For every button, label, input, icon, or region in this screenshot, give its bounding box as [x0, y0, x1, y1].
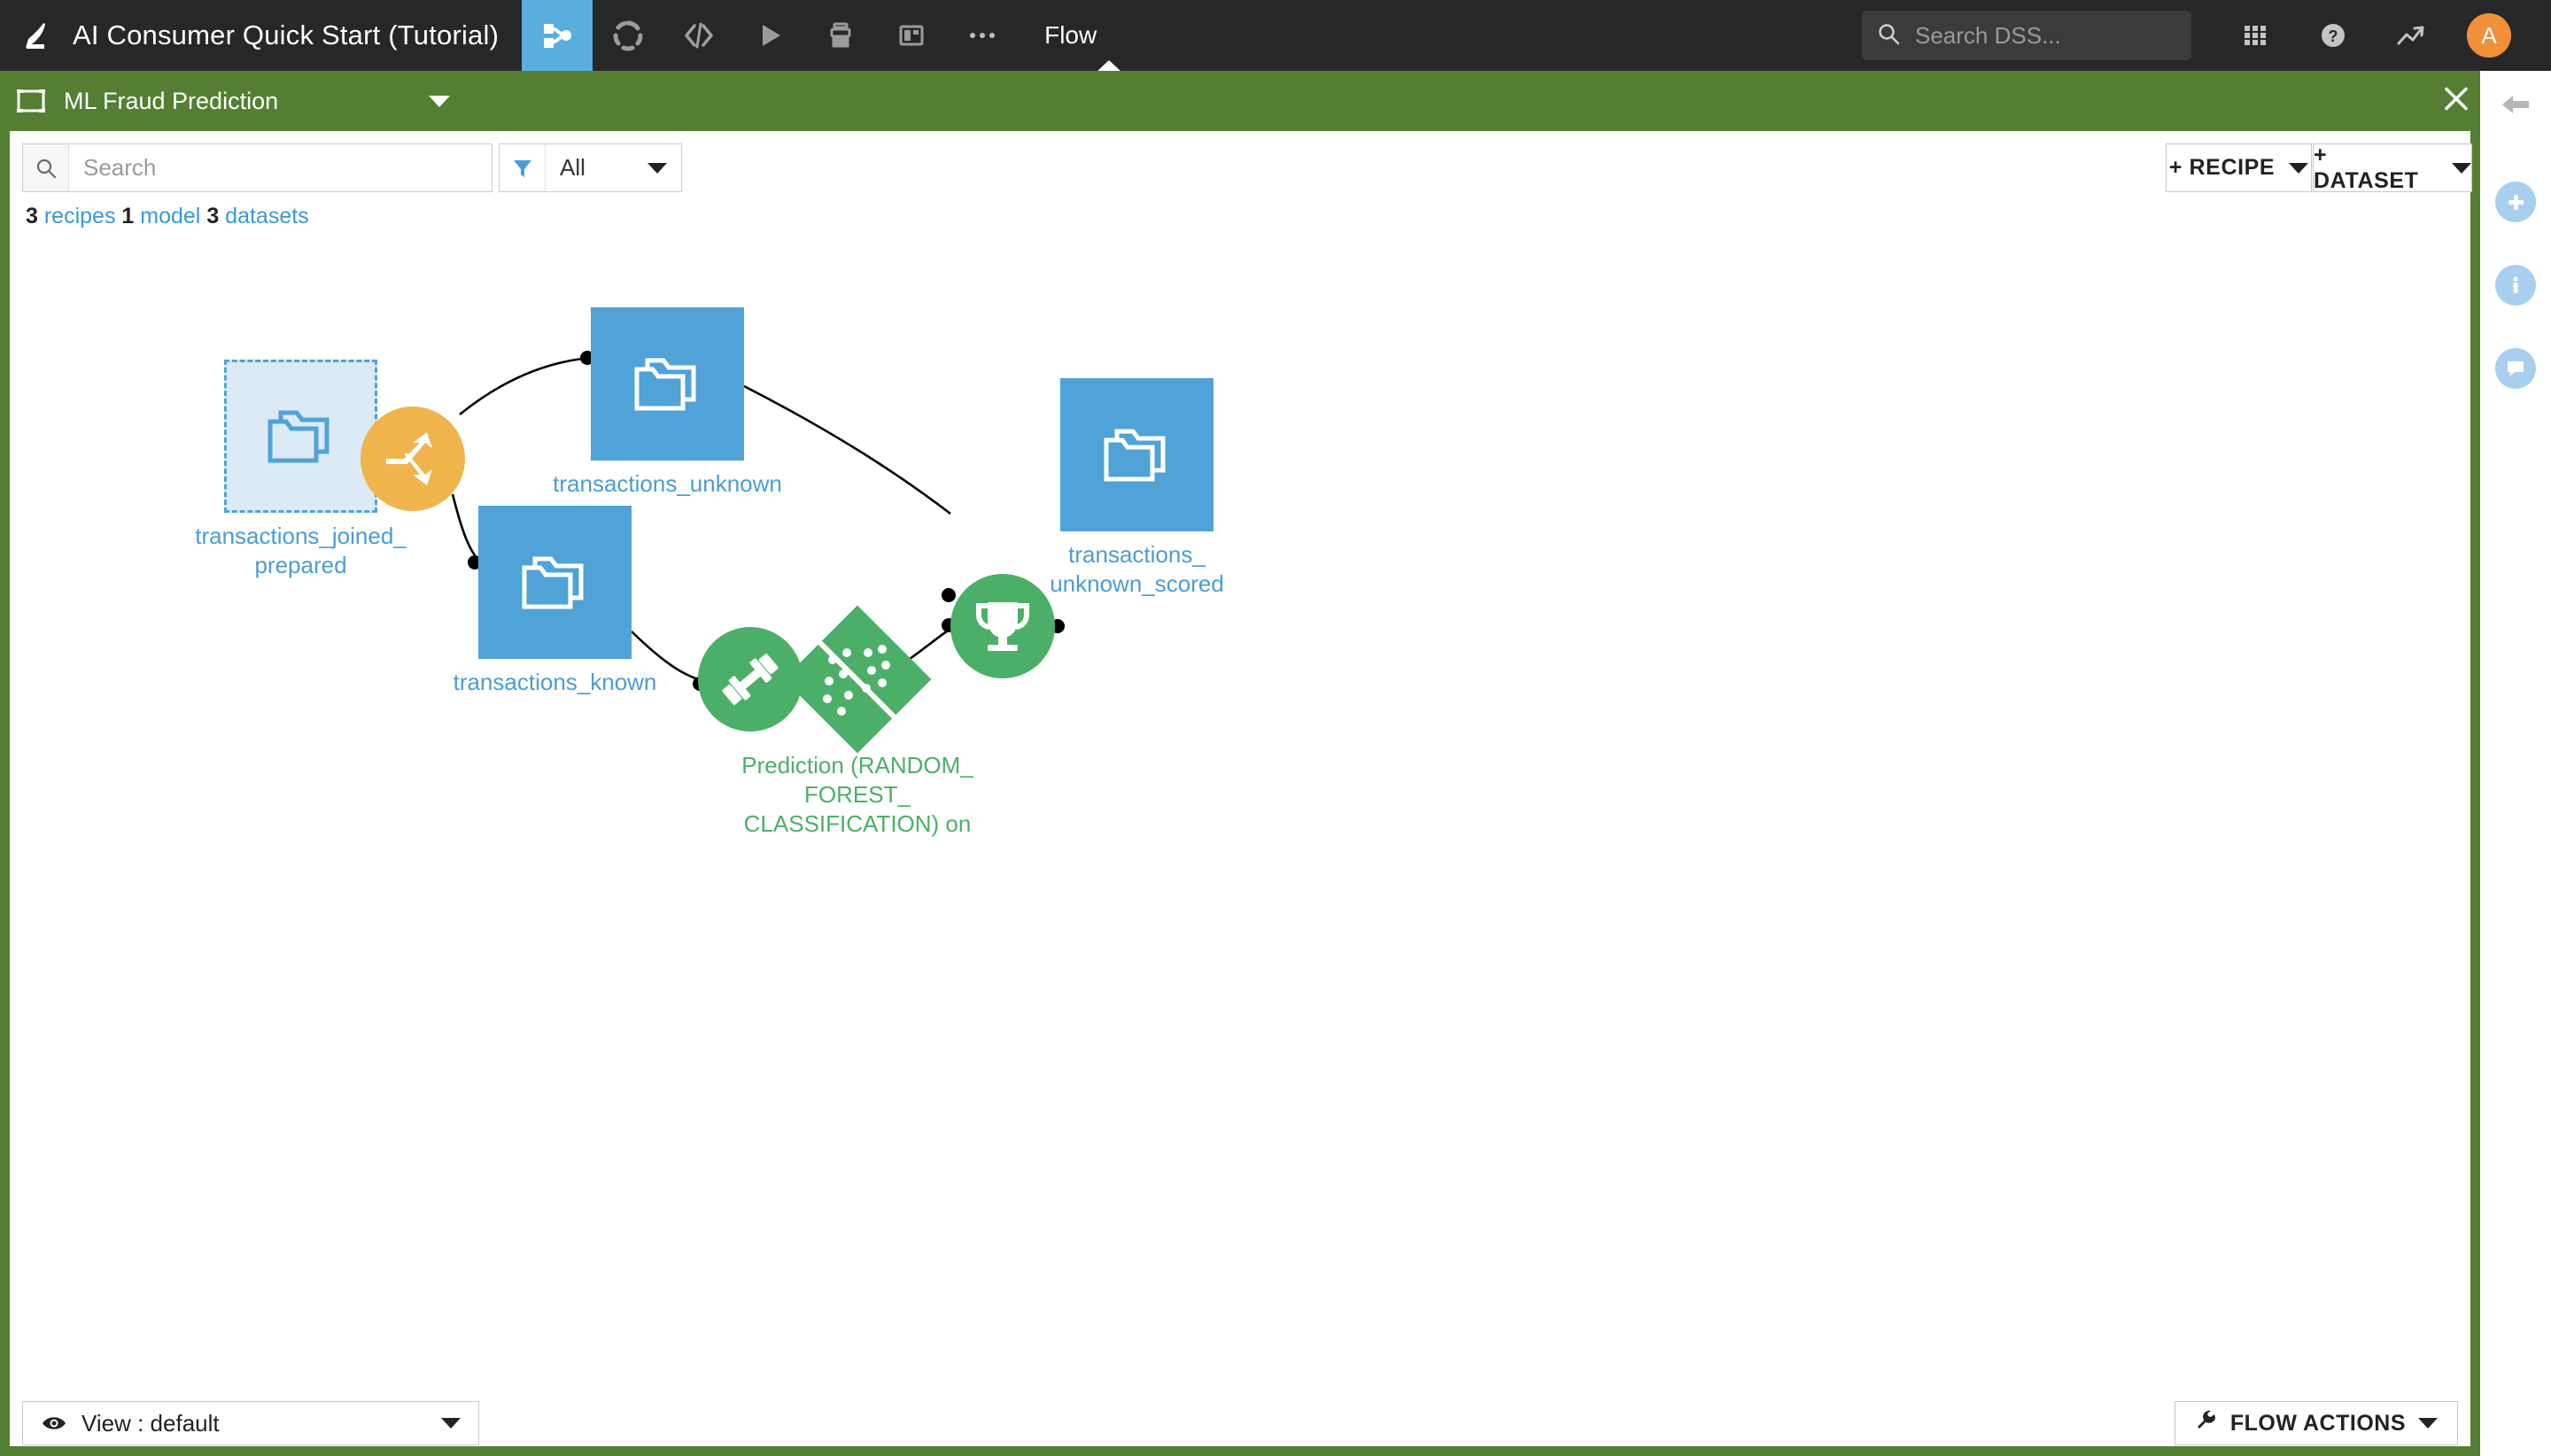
- split-arrows-icon: [386, 432, 432, 485]
- flow-edges: [351, 351, 1065, 691]
- flow-node-dataset[interactable]: transactions_unknown: [553, 307, 782, 497]
- add-recipe-label: + RECIPE: [2168, 155, 2276, 180]
- chevron-down-icon: [2452, 162, 2471, 174]
- chevron-down-icon: [2418, 1418, 2438, 1429]
- dataset-box[interactable]: [1060, 378, 1213, 531]
- help-question-icon[interactable]: ?: [2294, 0, 2372, 71]
- model-diamond[interactable]: [783, 605, 932, 754]
- plus-circle-icon: [2495, 182, 2536, 222]
- chevron-down-icon: [2289, 162, 2309, 174]
- info-circle-icon: [2495, 265, 2536, 306]
- top-right-actions: ? A: [1862, 0, 2551, 71]
- chevron-down-icon: [647, 162, 667, 174]
- dataiku-bird-logo[interactable]: [0, 0, 69, 71]
- dataset-label: transactions_ unknown_scored: [1050, 541, 1224, 597]
- flow-node-dataset[interactable]: transactions_joined_ prepared: [195, 360, 407, 578]
- flow-toolbar: All 3 recipes 1 model 3 datasets + RECIP…: [10, 131, 2472, 229]
- view-selector[interactable]: View : default: [22, 1401, 479, 1445]
- recipe-circle[interactable]: [361, 407, 465, 511]
- global-search-box[interactable]: [1862, 11, 2191, 60]
- flow-node-dataset[interactable]: transactions_ unknown_scored: [1050, 378, 1224, 597]
- right-side-rail: [2480, 71, 2551, 1456]
- add-dataset-label: + DATASET: [2314, 142, 2419, 193]
- nav-item-lab[interactable]: [593, 0, 663, 71]
- top-navigation-bar: AI Consumer Quick Start (Tutorial) Flow …: [0, 0, 2551, 72]
- nav-icon-group: [522, 0, 1018, 71]
- flow-actions-button[interactable]: FLOW ACTIONS: [2174, 1401, 2458, 1445]
- folder-dataset-icon: [1104, 429, 1165, 481]
- add-item-button[interactable]: [2480, 179, 2551, 225]
- search-icon: [23, 144, 69, 191]
- nav-item-automation[interactable]: [805, 0, 876, 71]
- apps-grid-icon[interactable]: [2216, 0, 2294, 71]
- filter-funnel-icon: [500, 144, 546, 191]
- project-frame-icon: [16, 86, 46, 116]
- flow-node-recipe-split[interactable]: [361, 407, 465, 511]
- page-title: AI Consumer Quick Start (Tutorial): [73, 19, 500, 50]
- filter-selected-value: All: [560, 154, 585, 181]
- count-model-label[interactable]: model: [140, 204, 200, 228]
- model-label: Prediction (RANDOM_ FOREST_ CLASSIFICATI…: [741, 752, 973, 837]
- frame-right-edge: [2470, 131, 2480, 1456]
- view-selector-label: View : default: [81, 1409, 220, 1437]
- collapse-panel-button[interactable]: [2480, 83, 2551, 129]
- dataset-box[interactable]: [591, 307, 744, 461]
- global-search-input[interactable]: [1915, 21, 2172, 50]
- project-name: ML Fraud Prediction: [64, 87, 279, 114]
- count-datasets-number: 3: [206, 204, 220, 228]
- project-bar: ML Fraud Prediction: [0, 71, 2551, 131]
- dataset-box[interactable]: [224, 360, 377, 513]
- flow-canvas[interactable]: transactions_joined_ prepared transactio…: [10, 228, 2470, 1396]
- details-info-button[interactable]: [2480, 262, 2551, 308]
- folder-dataset-icon: [268, 410, 329, 462]
- flow-object-counts: 3 recipes 1 model 3 datasets: [26, 204, 309, 229]
- trophy-icon: [976, 602, 1029, 651]
- flow-actions-label: FLOW ACTIONS: [2229, 1410, 2406, 1436]
- chat-bubble-icon: [2495, 348, 2536, 389]
- chevron-down-icon[interactable]: [429, 95, 451, 107]
- flow-bottom-bar: View : default FLOW ACTIONS: [10, 1396, 2470, 1446]
- dataset-label: transactions_joined_ prepared: [195, 523, 407, 578]
- flow-filter-select[interactable]: All: [499, 143, 682, 192]
- avatar-initial: A: [2467, 13, 2511, 58]
- train-dumbbell-icon: [722, 654, 779, 705]
- folder-dataset-icon: [634, 358, 695, 410]
- flow-search-input[interactable]: [83, 154, 464, 182]
- discussions-button[interactable]: [2480, 345, 2551, 391]
- nav-item-jobs[interactable]: [734, 0, 805, 71]
- count-model-number: 1: [121, 204, 135, 228]
- arrow-left-icon: [2499, 90, 2532, 123]
- dataset-label: transactions_known: [453, 669, 657, 695]
- dataset-box[interactable]: [478, 506, 632, 659]
- eye-icon: [41, 1413, 67, 1433]
- add-dataset-button[interactable]: + DATASET: [2313, 142, 2472, 193]
- nav-item-flow[interactable]: [522, 0, 593, 71]
- folder-dataset-icon: [522, 556, 583, 608]
- wrench-icon: [2195, 1409, 2218, 1438]
- current-section-label: Flow: [1044, 21, 1097, 49]
- count-datasets-label[interactable]: datasets: [225, 204, 309, 228]
- dataset-label: transactions_unknown: [553, 470, 782, 497]
- chevron-down-icon: [441, 1418, 461, 1429]
- search-icon: [1876, 21, 1901, 50]
- svg-text:?: ?: [2329, 27, 2338, 45]
- frame-bottom-edge: [0, 1446, 2480, 1456]
- model-dots-diamond-icon: [816, 639, 897, 720]
- count-recipes-number: 3: [26, 204, 38, 228]
- user-avatar[interactable]: A: [2450, 0, 2528, 71]
- flow-node-dataset[interactable]: transactions_known: [454, 506, 656, 695]
- nav-item-more[interactable]: [947, 0, 1018, 71]
- count-recipes-label[interactable]: recipes: [44, 204, 116, 228]
- trending-arrow-icon[interactable]: [2372, 0, 2450, 71]
- nav-item-dashboards[interactable]: [876, 0, 947, 71]
- flow-search-box[interactable]: [22, 143, 492, 192]
- flow-node-model[interactable]: Prediction (RANDOM_ FOREST_ CLASSIFICATI…: [741, 605, 973, 837]
- add-recipe-button[interactable]: + RECIPE: [2166, 143, 2312, 192]
- close-icon[interactable]: [2441, 84, 2471, 119]
- frame-left-edge: [0, 131, 10, 1456]
- nav-item-code[interactable]: [663, 0, 734, 71]
